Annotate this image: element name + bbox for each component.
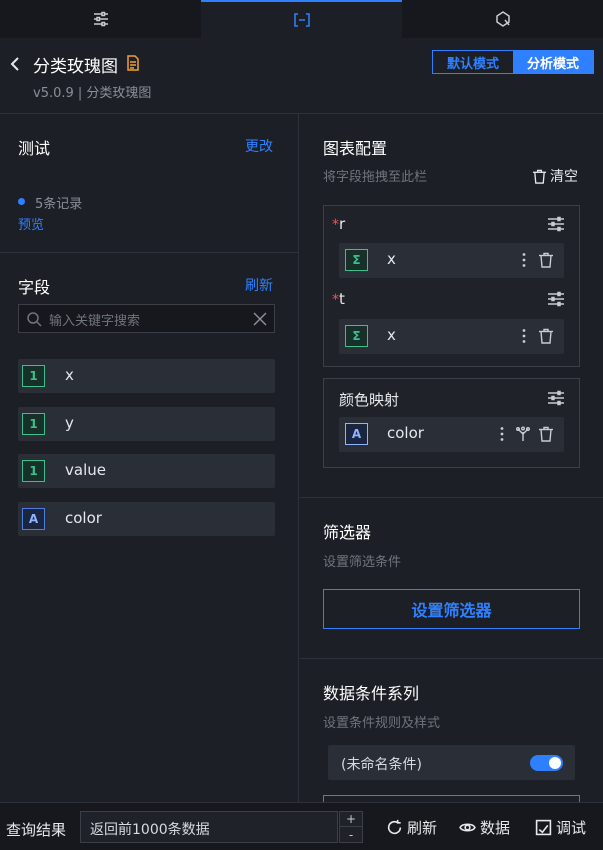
clear-label: 清空 <box>550 169 578 185</box>
toggle-knob <box>549 757 561 769</box>
trash-icon[interactable] <box>538 328 554 344</box>
tab-settings[interactable] <box>0 0 201 38</box>
test-section-title: 测试 <box>18 139 51 158</box>
eye-icon <box>459 823 476 832</box>
set-filter-button[interactable]: 设置筛选器 <box>323 589 580 629</box>
refresh-icon <box>387 819 402 835</box>
drag-hint: 将字段拖拽至此栏 <box>323 170 428 185</box>
query-result-label: 查询结果 <box>6 821 67 839</box>
axis-drop-box: *r Σ x *t Σ x <box>323 205 580 367</box>
top-tab-bar <box>0 0 603 38</box>
left-panel: 测试 更改 5条记录 预览 字段 刷新 输入关键字搜索 1 x 1 y 1 va… <box>0 114 299 802</box>
row-limit-value: 返回前1000条数据 <box>90 822 210 838</box>
conditions-title: 数据条件系列 <box>323 684 420 703</box>
field-name: y <box>65 414 74 432</box>
decrement-button[interactable]: - <box>340 827 362 842</box>
status-dot <box>18 198 25 205</box>
chart-config-title: 图表配置 <box>323 139 388 158</box>
section-divider <box>300 658 603 659</box>
color-field-name: color <box>387 424 424 442</box>
string-type-icon: A <box>22 508 45 530</box>
sliders-icon <box>93 11 108 27</box>
trash-icon <box>532 169 547 184</box>
t-field-pill[interactable]: Σ x <box>339 319 564 354</box>
data-button[interactable]: 数据 <box>459 817 510 838</box>
panel-header: 分类玫瑰图 v5.0.9 | 分类玫瑰图 默认模式 分析模式 <box>0 38 603 114</box>
tune-icon[interactable] <box>547 390 565 406</box>
field-item-value[interactable]: 1 value <box>18 454 275 488</box>
tune-icon[interactable] <box>547 216 565 232</box>
t-field-name: x <box>387 326 396 344</box>
section-divider <box>300 497 603 498</box>
search-icon <box>27 312 42 327</box>
preview-link[interactable]: 预览 <box>18 214 44 233</box>
condition-item[interactable]: (未命名条件) <box>328 745 575 780</box>
conditions-hint: 设置条件规则及样式 <box>323 716 441 731</box>
color-field-pill[interactable]: A color <box>339 417 564 452</box>
number-type-icon: 1 <box>22 460 45 482</box>
trash-icon[interactable] <box>538 252 554 268</box>
debug-button[interactable]: 调试 <box>535 817 586 838</box>
more-icon[interactable] <box>494 426 510 442</box>
search-input[interactable]: 输入关键字搜索 <box>49 310 140 329</box>
filter-title: 筛选器 <box>323 523 372 542</box>
increment-button[interactable]: + <box>340 812 362 827</box>
filter-hint: 设置筛选条件 <box>323 555 402 570</box>
tab-interaction[interactable] <box>402 0 603 38</box>
field-search[interactable]: 输入关键字搜索 <box>18 304 275 333</box>
number-type-icon: 1 <box>22 413 45 435</box>
field-name: x <box>65 366 74 384</box>
field-item-color[interactable]: A color <box>18 502 275 536</box>
document-icon[interactable] <box>126 55 140 71</box>
analysis-mode-button[interactable]: 分析模式 <box>513 51 593 73</box>
tune-icon[interactable] <box>547 291 565 307</box>
more-icon[interactable] <box>516 252 532 268</box>
gem-icon <box>495 11 510 27</box>
refresh-fields-link[interactable]: 刷新 <box>245 275 273 295</box>
clear-button[interactable]: 清空 <box>532 166 578 186</box>
sum-icon: Σ <box>345 325 368 347</box>
back-arrow-icon[interactable] <box>6 54 26 74</box>
right-panel: 图表配置 将字段拖拽至此栏 清空 *r Σ x *t Σ x 颜色映射 A co… <box>300 114 603 802</box>
record-count: 5条记录 <box>35 197 83 212</box>
color-mapping-box: 颜色映射 A color <box>323 378 580 468</box>
debug-icon <box>535 819 552 836</box>
trash-icon[interactable] <box>538 426 554 442</box>
query-footer: 查询结果 返回前1000条数据 + - 刷新 数据 调试 <box>0 802 603 850</box>
section-divider <box>0 252 299 253</box>
sum-icon: Σ <box>345 249 368 271</box>
color-mapping-label: 颜色映射 <box>339 391 400 409</box>
field-name: color <box>65 509 102 527</box>
r-field-pill[interactable]: Σ x <box>339 243 564 278</box>
change-link[interactable]: 更改 <box>245 136 273 156</box>
add-condition-button[interactable] <box>323 795 580 802</box>
mode-switch: 默认模式 分析模式 <box>432 50 594 74</box>
condition-toggle[interactable] <box>530 755 563 771</box>
version-subtitle: v5.0.9 | 分类玫瑰图 <box>33 86 152 101</box>
branch-icon[interactable] <box>515 426 531 442</box>
more-icon[interactable] <box>516 328 532 344</box>
close-icon[interactable] <box>252 311 268 327</box>
page-title: 分类玫瑰图 <box>33 57 118 77</box>
default-mode-button[interactable]: 默认模式 <box>433 51 513 73</box>
field-item-x[interactable]: 1 x <box>18 359 275 393</box>
fields-section-title: 字段 <box>18 278 51 297</box>
string-type-icon: A <box>345 423 368 445</box>
condition-name: (未命名条件) <box>341 757 422 773</box>
field-item-y[interactable]: 1 y <box>18 407 275 441</box>
field-name: value <box>65 461 106 479</box>
limit-stepper[interactable]: + - <box>339 811 363 843</box>
t-axis-label: *t <box>332 290 345 308</box>
number-type-icon: 1 <box>22 365 45 387</box>
r-field-name: x <box>387 250 396 268</box>
refresh-button[interactable]: 刷新 <box>386 817 437 838</box>
bracket-icon <box>293 13 310 27</box>
row-limit-select[interactable]: 返回前1000条数据 <box>80 811 338 843</box>
tab-data[interactable] <box>201 0 402 38</box>
r-axis-label: *r <box>332 215 346 233</box>
